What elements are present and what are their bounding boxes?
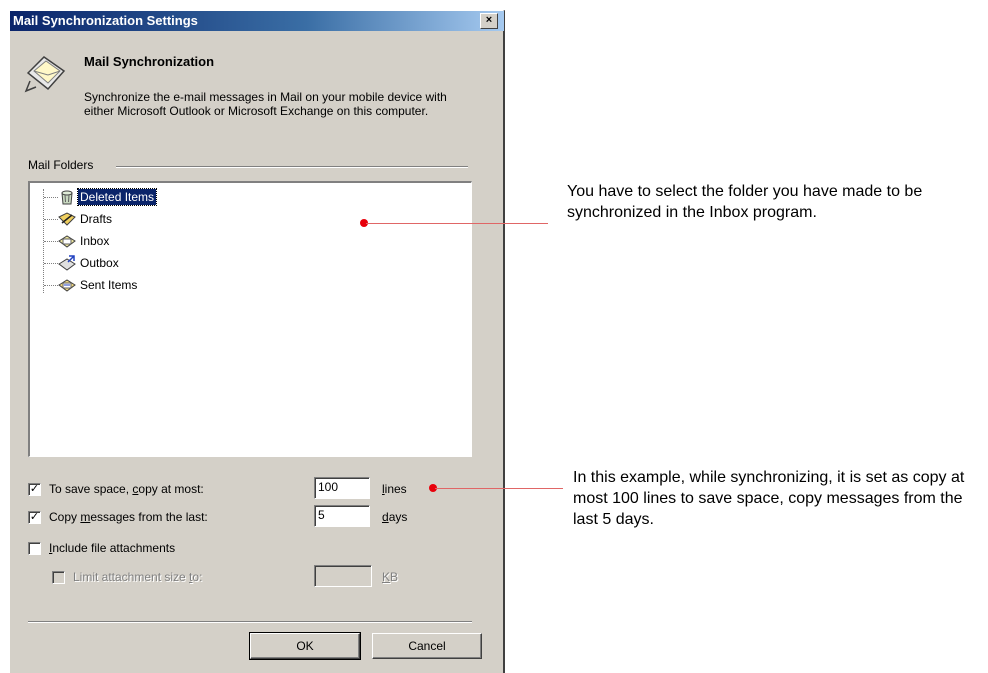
max-lines-input[interactable]: 100	[314, 477, 370, 499]
window-title: Mail Synchronization Settings	[13, 13, 198, 28]
tree-item-drafts[interactable]: Drafts	[44, 209, 114, 229]
title-bar[interactable]: Mail Synchronization Settings ×	[10, 11, 504, 31]
tree-item-label: Sent Items	[80, 278, 138, 292]
drafts-icon	[58, 212, 76, 226]
bottom-divider	[28, 621, 472, 623]
copy-from-last-checkbox[interactable]: ✓	[28, 510, 41, 524]
outbox-icon	[58, 255, 76, 271]
tree-item-sent-items[interactable]: Sent Items	[44, 275, 139, 295]
days-input[interactable]: 5	[314, 505, 370, 527]
lines-unit-label: lines	[382, 482, 407, 496]
copy-at-most-option[interactable]: ✓ To save space, copy at most:	[28, 479, 204, 499]
trash-icon	[61, 190, 73, 205]
inbox-icon	[58, 235, 76, 248]
days-unit-label: days	[382, 510, 408, 524]
copy-at-most-label: To save space, copy at most:	[49, 482, 204, 496]
tree-item-label: Deleted Items	[76, 188, 158, 206]
options-callout-text: In this example, while synchronizing, it…	[573, 469, 965, 528]
tree-item-inbox[interactable]: Inbox	[44, 231, 111, 251]
include-attachments-label: Include file attachments	[49, 541, 176, 555]
attachment-size-input	[314, 565, 372, 587]
mail-folders-label: Mail Folders	[28, 158, 94, 172]
folders-annotation-leader	[366, 223, 548, 224]
tree-item-outbox[interactable]: Outbox	[44, 253, 121, 273]
tree-item-deleted-items[interactable]: Deleted Items	[44, 187, 158, 207]
tree-item-label: Outbox	[80, 256, 119, 270]
copy-at-most-checkbox[interactable]: ✓	[28, 482, 41, 496]
group-divider	[116, 166, 468, 168]
include-attachments-checkbox[interactable]	[28, 541, 41, 555]
limit-attachment-option: Limit attachment size to:	[52, 567, 202, 587]
tree-item-label: Inbox	[80, 234, 110, 248]
mail-sync-settings-dialog: Mail Synchronization Settings × Mail Syn…	[9, 10, 505, 673]
limit-attachment-checkbox	[52, 570, 65, 584]
folders-callout-text: You have to select the folder you have m…	[567, 183, 923, 221]
section-description: Synchronize the e-mail messages in Mail …	[84, 90, 447, 118]
copy-from-last-label: Copy messages from the last:	[49, 510, 208, 524]
ok-button[interactable]: OK	[249, 632, 361, 660]
copy-from-last-option[interactable]: ✓ Copy messages from the last:	[28, 507, 208, 527]
tree-item-label: Drafts	[80, 212, 113, 226]
close-button[interactable]: ×	[480, 13, 498, 29]
kb-unit-label: KB	[382, 570, 399, 584]
include-attachments-option[interactable]: Include file attachments	[28, 538, 175, 558]
mail-sync-icon	[24, 56, 66, 93]
section-title: Mail Synchronization	[84, 54, 215, 69]
options-annotation-leader	[435, 488, 563, 489]
limit-attachment-label: Limit attachment size to:	[73, 570, 203, 584]
cancel-button[interactable]: Cancel	[372, 633, 482, 659]
sent-items-icon	[58, 279, 76, 292]
